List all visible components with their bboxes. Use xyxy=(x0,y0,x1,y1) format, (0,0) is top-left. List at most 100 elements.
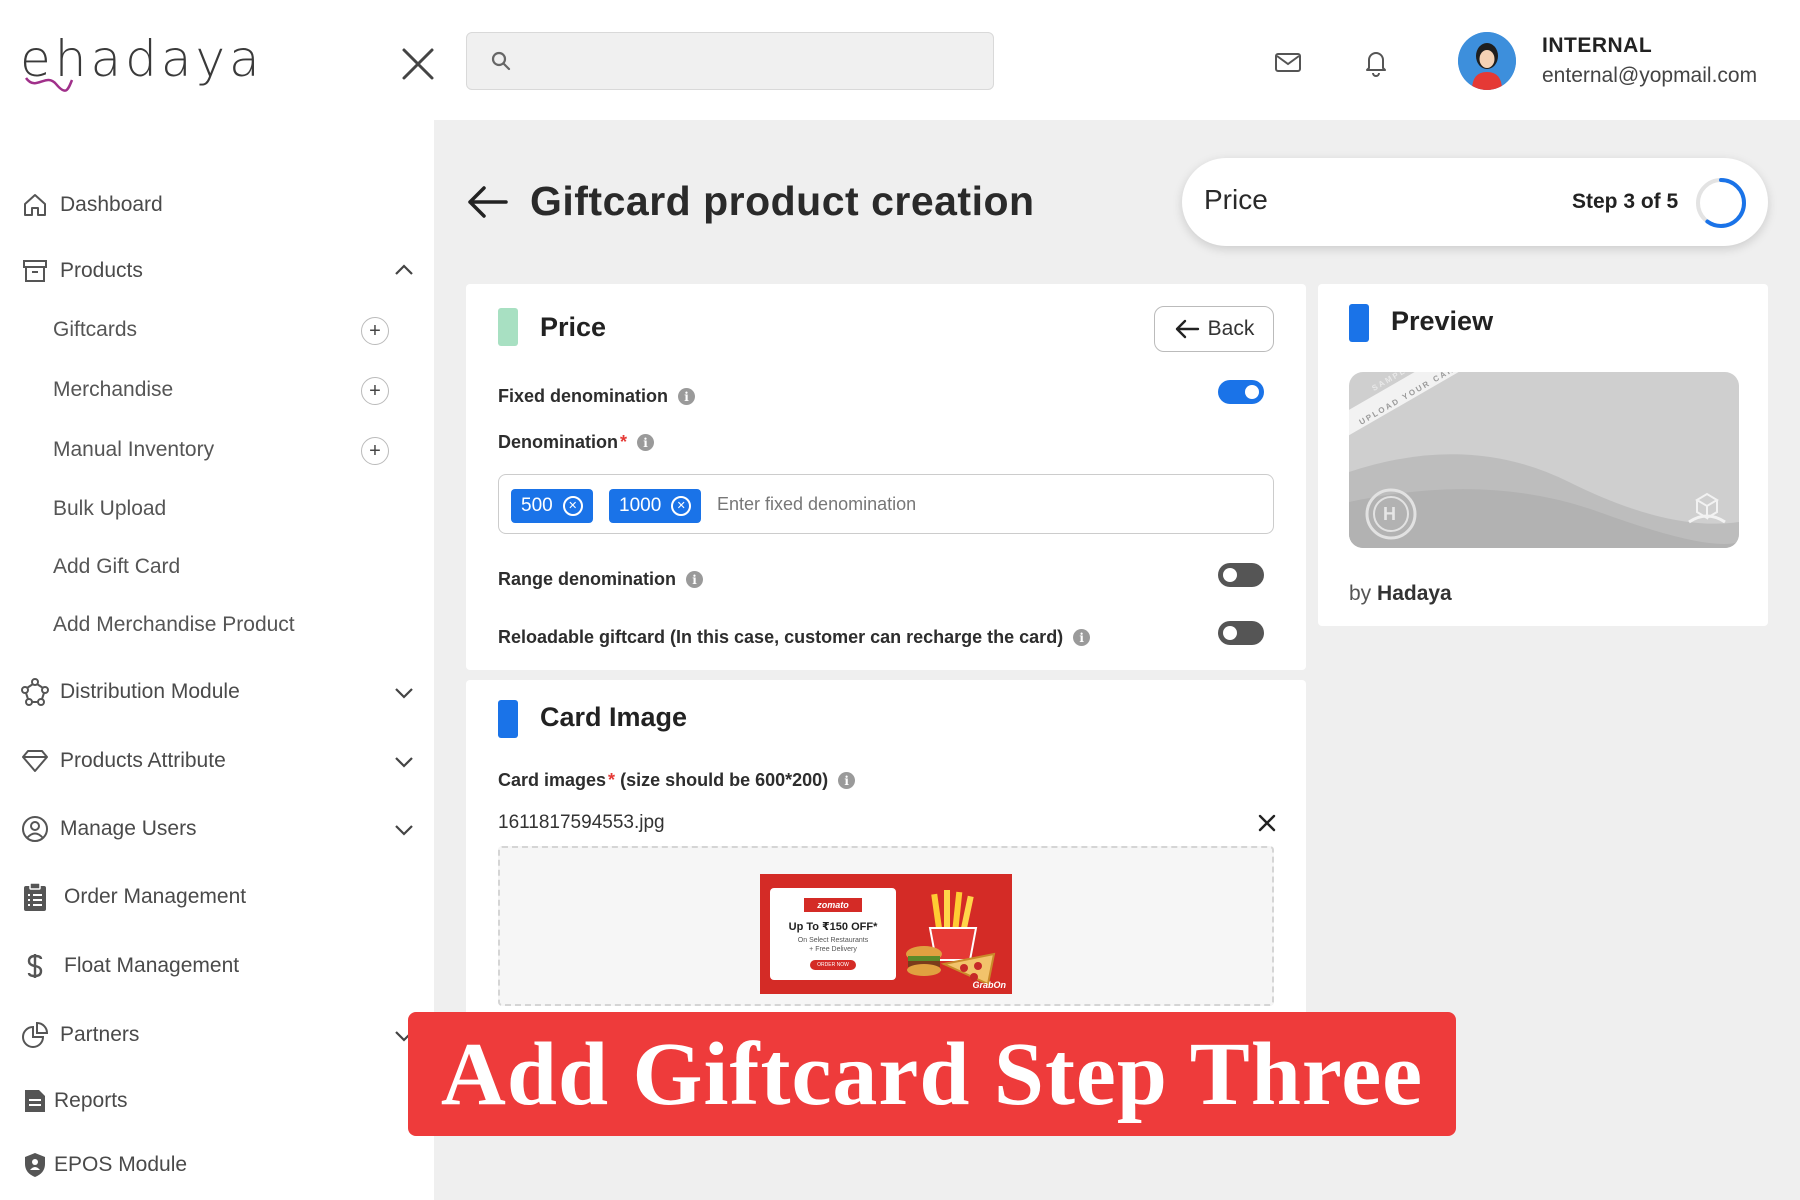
info-icon[interactable]: i xyxy=(678,388,696,405)
close-sidebar-icon[interactable] xyxy=(398,44,438,84)
reloadable-giftcard-label: Reloadable giftcard (In this case, custo… xyxy=(498,627,1091,648)
chevron-down-icon[interactable] xyxy=(392,818,416,842)
user-avatar[interactable] xyxy=(1458,32,1516,90)
sidebar-item-products-attribute[interactable]: Products Attribute xyxy=(20,746,226,776)
sidebar-label-float-management: Float Management xyxy=(64,954,240,977)
order-now-badge: ORDER NOW xyxy=(810,960,856,970)
user-email: enternal@yopmail.com xyxy=(1542,64,1758,87)
offer-subtext-line: + Free Delivery xyxy=(809,946,857,953)
sidebar-item-manual-inventory[interactable]: Manual Inventory xyxy=(53,438,214,462)
shield-user-icon xyxy=(20,1150,50,1180)
reloadable-giftcard-toggle[interactable] xyxy=(1218,621,1264,645)
search-icon xyxy=(491,51,511,71)
sidebar-label-dashboard: Dashboard xyxy=(60,193,163,216)
sidebar-item-merchandise[interactable]: Merchandise xyxy=(53,378,173,402)
reloadable-giftcard-text: Reloadable giftcard (In this case, custo… xyxy=(498,627,1064,647)
offer-subtext: On Select Restaurants + Free Delivery xyxy=(770,936,896,954)
remove-file-icon[interactable] xyxy=(1256,812,1278,834)
search-bar[interactable] xyxy=(466,32,994,90)
page-title: Giftcard product creation xyxy=(530,178,1035,224)
chevron-down-icon[interactable] xyxy=(392,681,416,705)
hadaya-logo[interactable]: ehadaya xyxy=(20,22,260,92)
range-denomination-toggle[interactable] xyxy=(1218,563,1264,587)
step-banner: Add Giftcard Step Three xyxy=(408,1012,1456,1136)
chip-value: 500 xyxy=(521,495,553,516)
price-section-marker xyxy=(498,308,518,346)
uploaded-card-image: zomato Up To ₹150 OFF* On Select Restaur… xyxy=(760,874,1012,994)
card-images-text: Card images xyxy=(498,770,607,790)
sidebar-item-manage-users[interactable]: Manage Users xyxy=(20,814,197,844)
sidebar-label-products: Products xyxy=(60,259,143,282)
sidebar-label-products-attribute: Products Attribute xyxy=(60,749,226,772)
offer-panel: zomato Up To ₹150 OFF* On Select Restaur… xyxy=(770,888,896,980)
sidebar-item-order-management[interactable]: Order Management xyxy=(20,882,246,912)
denomination-chip[interactable]: 500 ✕ xyxy=(511,489,593,523)
back-button[interactable]: Back xyxy=(1154,306,1274,352)
sidebar-item-distribution[interactable]: Distribution Module xyxy=(20,677,240,707)
bell-icon[interactable] xyxy=(1360,46,1392,78)
sidebar-item-epos[interactable]: EPOS Module xyxy=(20,1150,187,1180)
step-indicator: Price Step 3 of 5 xyxy=(1182,158,1768,246)
search-input[interactable] xyxy=(523,43,973,79)
sidebar-label-partners: Partners xyxy=(60,1023,140,1046)
info-icon[interactable]: i xyxy=(686,571,704,588)
denomination-text: Denomination xyxy=(498,432,618,452)
offer-subtext-line: On Select Restaurants xyxy=(797,937,869,944)
card-images-note: (size should be 600*200) xyxy=(620,770,829,790)
sidebar-label-distribution: Distribution Module xyxy=(60,680,240,703)
step-progress-ring xyxy=(1696,178,1746,228)
chevron-up-icon[interactable] xyxy=(392,258,416,282)
denomination-chip[interactable]: 1000 ✕ xyxy=(609,489,702,523)
add-merchandise-plus-icon[interactable]: + xyxy=(361,377,389,405)
report-icon xyxy=(20,1086,50,1116)
back-arrow-icon[interactable] xyxy=(464,182,510,222)
price-section-title: Price xyxy=(540,312,607,342)
chip-value: 1000 xyxy=(619,495,662,516)
food-illustration-icon xyxy=(906,890,996,986)
step-counter: Step 3 of 5 xyxy=(1572,190,1679,213)
preview-section-marker xyxy=(1349,304,1369,342)
denomination-input[interactable] xyxy=(717,489,1247,519)
chevron-down-icon[interactable] xyxy=(392,750,416,774)
sidebar-item-dashboard[interactable]: Dashboard xyxy=(20,190,163,220)
range-denomination-label: Range denomination i xyxy=(498,569,704,590)
card-image-section-marker xyxy=(498,700,518,738)
sidebar-item-giftcards[interactable]: Giftcards xyxy=(53,318,137,342)
fixed-denomination-label: Fixed denomination i xyxy=(498,386,696,407)
card-upload-text: UPLOAD YOUR CARD xyxy=(1357,372,1463,427)
card-logo-letter: H xyxy=(1383,504,1396,524)
sidebar-item-add-merchandise-product[interactable]: Add Merchandise Product xyxy=(53,613,295,637)
preview-section-title: Preview xyxy=(1391,306,1494,336)
arrow-left-icon xyxy=(1175,319,1199,339)
step-label: Price xyxy=(1204,184,1268,215)
sidebar-item-products[interactable]: Products xyxy=(20,256,143,286)
giftcard-preview-image: SAMPLE UPLOAD YOUR CARD H xyxy=(1349,372,1739,548)
step-banner-text: Add Giftcard Step Three xyxy=(440,1024,1424,1124)
partner-logo: GrabOn xyxy=(972,980,1006,990)
info-icon[interactable]: i xyxy=(637,434,655,451)
range-denomination-text: Range denomination xyxy=(498,569,677,589)
denomination-input-box[interactable]: 500 ✕ 1000 ✕ xyxy=(498,474,1274,534)
add-inventory-plus-icon[interactable]: + xyxy=(361,437,389,465)
info-icon[interactable]: i xyxy=(838,772,856,789)
offer-text: Up To ₹150 OFF* xyxy=(788,921,878,933)
sidebar-label-epos: EPOS Module xyxy=(54,1153,188,1176)
add-giftcard-plus-icon[interactable]: + xyxy=(361,317,389,345)
sidebar-label-manage-users: Manage Users xyxy=(60,817,197,840)
sidebar-item-add-gift-card[interactable]: Add Gift Card xyxy=(53,555,180,579)
sidebar-item-float-management[interactable]: Float Management xyxy=(20,951,239,981)
network-icon xyxy=(20,677,50,707)
home-icon xyxy=(20,190,50,220)
sidebar-item-bulk-upload[interactable]: Bulk Upload xyxy=(53,497,166,521)
sidebar-item-reports[interactable]: Reports xyxy=(20,1086,128,1116)
fixed-denomination-text: Fixed denomination xyxy=(498,386,669,406)
fixed-denomination-toggle[interactable] xyxy=(1218,380,1264,404)
remove-chip-icon[interactable]: ✕ xyxy=(671,496,692,516)
info-icon[interactable]: i xyxy=(1073,629,1091,646)
sidebar-label-order-management: Order Management xyxy=(64,885,247,908)
back-button-label: Back xyxy=(1207,317,1255,340)
mail-icon[interactable] xyxy=(1272,46,1304,78)
remove-chip-icon[interactable]: ✕ xyxy=(562,496,583,516)
sidebar-item-partners[interactable]: Partners xyxy=(20,1020,139,1050)
user-circle-icon xyxy=(20,814,50,844)
